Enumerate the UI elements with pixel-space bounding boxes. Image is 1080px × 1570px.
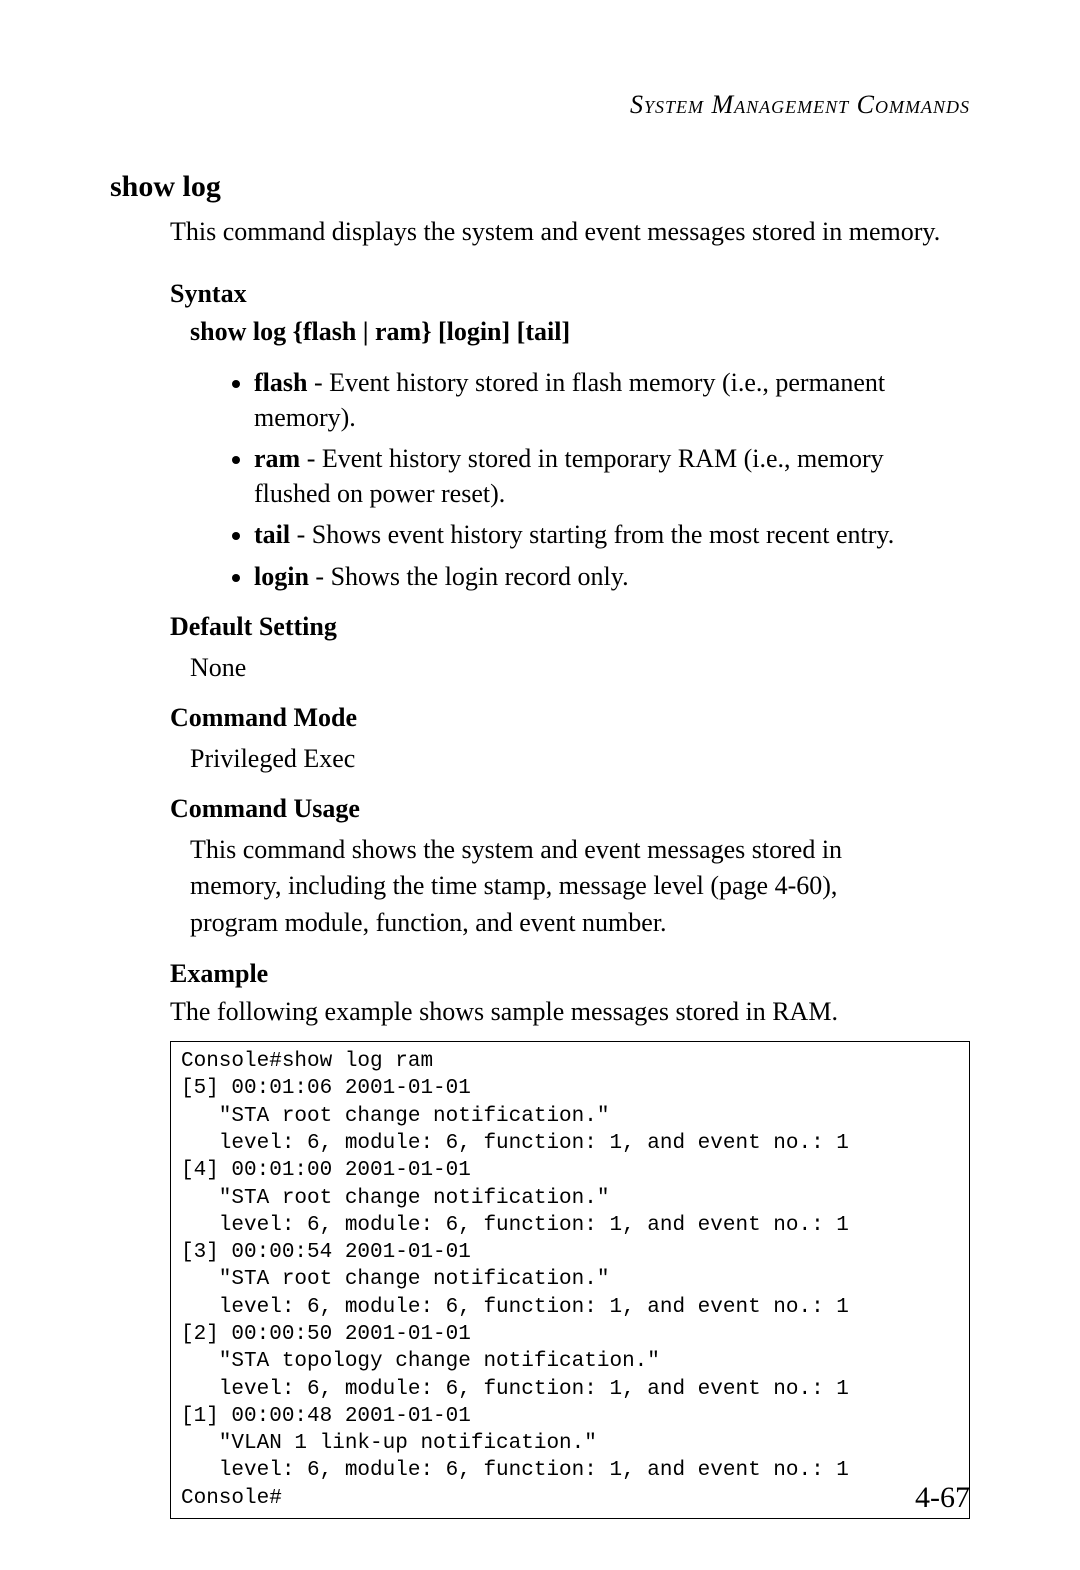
example-heading: Example (170, 959, 970, 989)
term-desc: - Shows the login record only. (309, 562, 629, 591)
command-usage-heading: Command Usage (170, 794, 970, 824)
list-item: tail - Shows event history starting from… (254, 517, 930, 552)
running-header: System Management Commands (110, 90, 970, 120)
command-title: show log (110, 170, 970, 204)
command-mode-heading: Command Mode (170, 703, 970, 733)
term: tail (254, 520, 290, 549)
term-desc: - Shows event history starting from the … (290, 520, 894, 549)
list-item: ram - Event history stored in temporary … (254, 441, 930, 511)
command-usage-text: This command shows the system and event … (190, 832, 910, 941)
term: ram (254, 444, 300, 473)
syntax-line: show log {flash | ram} [login] [tail] (190, 317, 970, 347)
list-item: login - Shows the login record only. (254, 559, 930, 594)
page-number: 4-67 (915, 1481, 970, 1515)
term-desc: - Event history stored in temporary RAM … (254, 444, 884, 508)
command-mode-value: Privileged Exec (190, 741, 970, 776)
default-setting-heading: Default Setting (170, 612, 970, 642)
list-item: flash - Event history stored in flash me… (254, 365, 930, 435)
syntax-heading: Syntax (170, 279, 970, 309)
intro-paragraph: This command displays the system and eve… (170, 214, 970, 249)
page: System Management Commands show log This… (0, 0, 1080, 1570)
term: login (254, 562, 309, 591)
default-setting-value: None (190, 650, 970, 685)
console-output: Console#show log ram [5] 00:01:06 2001-0… (170, 1041, 970, 1519)
example-intro: The following example shows sample messa… (170, 997, 970, 1027)
syntax-bullet-list: flash - Event history stored in flash me… (228, 365, 970, 594)
term: flash (254, 368, 307, 397)
term-desc: - Event history stored in flash memory (… (254, 368, 885, 432)
